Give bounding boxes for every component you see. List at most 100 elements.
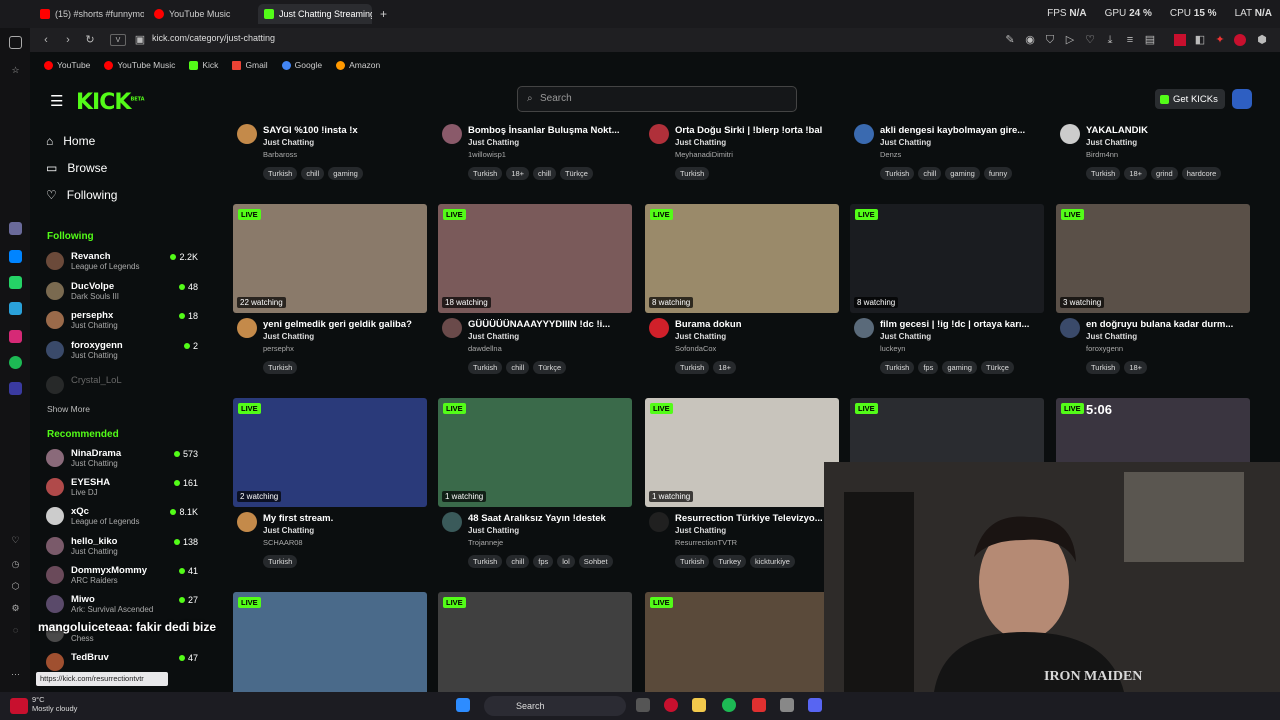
- tag-chip[interactable]: Turkish: [880, 167, 915, 180]
- stream-category[interactable]: Just Chatting: [880, 138, 931, 147]
- stream-category[interactable]: Just Chatting: [1086, 332, 1137, 341]
- new-tab-button[interactable]: +: [374, 4, 392, 24]
- stream-thumbnail[interactable]: LIVE 22 watching: [233, 204, 427, 313]
- streamer-name[interactable]: Trojanneje: [468, 538, 503, 547]
- stream-info[interactable]: akli dengesi kaybolmayan gire... Just Ch…: [850, 124, 1050, 184]
- sidebar-channel[interactable]: xQc League of Legends 8.1K: [44, 504, 198, 530]
- streamer-name[interactable]: SofondaCox: [675, 344, 716, 353]
- sidebar-channel[interactable]: Revanch League of Legends 2.2K: [44, 249, 198, 275]
- stream-category[interactable]: Just Chatting: [675, 332, 726, 341]
- tips-icon[interactable]: ◌: [9, 624, 22, 637]
- hamburger-menu-icon[interactable]: ☰: [50, 92, 63, 110]
- reload-icon[interactable]: ↻: [84, 34, 96, 46]
- kick-logo[interactable]: KICKBETA: [76, 90, 145, 115]
- stream-info[interactable]: Resurrection Türkiye Televizyo... Just C…: [645, 512, 845, 572]
- streamer-avatar[interactable]: [1060, 124, 1080, 144]
- sidebar-channel-offline[interactable]: Crystal_LoL: [44, 373, 198, 399]
- stream-title[interactable]: akli dengesi kaybolmayan gire...: [880, 125, 1048, 136]
- stream-info[interactable]: film gecesi | !ig !dc | ortaya karı... J…: [850, 318, 1050, 378]
- windows-start-icon[interactable]: [456, 698, 470, 712]
- whatsapp-icon[interactable]: [9, 276, 22, 289]
- tag-chip[interactable]: Türkçe: [533, 361, 567, 374]
- sidebar-channel[interactable]: Miwo Ark: Survival Ascended 27: [44, 592, 198, 618]
- stream-thumbnail[interactable]: LIVE 8 watching: [850, 204, 1044, 313]
- tag-chip[interactable]: fps: [918, 361, 939, 374]
- sidebar-channel[interactable]: DommyxMommy ARC Raiders 41: [44, 563, 198, 589]
- sidebar-channel[interactable]: persephx Just Chatting 18: [44, 308, 198, 334]
- stream-title[interactable]: GÜÜÜÜÜNAAAYYYDIIIN !dc !i...: [468, 319, 636, 330]
- opera-icon[interactable]: [664, 698, 678, 712]
- stream-thumbnail[interactable]: LIVE: [645, 592, 839, 701]
- stream-title[interactable]: Resurrection Türkiye Televizyo...: [675, 513, 843, 524]
- vpn-badge[interactable]: V: [110, 34, 126, 46]
- camera-icon[interactable]: ◉: [1024, 34, 1036, 46]
- tag-chip[interactable]: Turkish: [263, 361, 298, 374]
- tag-chip[interactable]: Turkish: [880, 361, 915, 374]
- streamer-avatar[interactable]: [442, 512, 462, 532]
- stream-title[interactable]: Orta Doğu Sirki | !blerp !orta !bal: [675, 125, 843, 136]
- heart-icon[interactable]: ♡: [9, 534, 22, 547]
- tag-chip[interactable]: 18+: [1124, 167, 1148, 180]
- streamer-avatar[interactable]: [237, 124, 257, 144]
- file-explorer-icon[interactable]: [692, 698, 706, 712]
- weather-widget[interactable]: 9°C Mostly cloudy: [32, 695, 77, 713]
- player-icon[interactable]: [9, 382, 22, 395]
- tag-chip[interactable]: Türkçe: [980, 361, 1014, 374]
- tag-chip[interactable]: Türkçe: [559, 167, 593, 180]
- nav-browse[interactable]: ▭ Browse: [46, 161, 107, 175]
- instagram-icon[interactable]: [9, 330, 22, 343]
- show-more-link[interactable]: Show More: [47, 404, 90, 414]
- sidebar-channel[interactable]: EYESHA Live DJ 161: [44, 475, 198, 501]
- streamer-name[interactable]: foroxygenn: [1086, 344, 1123, 353]
- site-info-icon[interactable]: ▣: [134, 34, 146, 46]
- streamer-avatar[interactable]: [1060, 318, 1080, 338]
- streamer-name[interactable]: Barbaross: [263, 150, 297, 159]
- stream-thumbnail[interactable]: LIVE 1 watching: [438, 398, 632, 507]
- tag-chip[interactable]: chill: [301, 167, 325, 180]
- stream-info[interactable]: Bomboş İnsanlar Buluşma Nokt... Just Cha…: [438, 124, 638, 184]
- sidebar-channel[interactable]: foroxygenn Just Chatting 2: [44, 338, 198, 364]
- stream-category[interactable]: Just Chatting: [468, 138, 519, 147]
- tag-chip[interactable]: Turkish: [263, 167, 298, 180]
- sidebar-channel[interactable]: DucVolpe Dark Souls III 48: [44, 279, 198, 305]
- streamer-name[interactable]: MeyhanadiDimitri: [675, 150, 733, 159]
- stream-info[interactable]: en doğruyu bulana kadar durm... Just Cha…: [1056, 318, 1256, 378]
- streamer-name[interactable]: dawdellna: [468, 344, 502, 353]
- tag-chip[interactable]: 18+: [1124, 361, 1148, 374]
- edit-icon[interactable]: ✎: [1004, 34, 1016, 46]
- tag-chip[interactable]: Turkish: [1086, 361, 1121, 374]
- tag-chip[interactable]: chill: [533, 167, 556, 180]
- stream-info[interactable]: Orta Doğu Sirki | !blerp !orta !bal Just…: [645, 124, 845, 184]
- extension-icon[interactable]: ✦: [1214, 34, 1226, 46]
- extension-icon[interactable]: [1174, 34, 1186, 46]
- bookmark-icon[interactable]: ☆: [9, 64, 22, 77]
- nav-home[interactable]: ⌂ Home: [46, 134, 95, 148]
- download-icon[interactable]: ⤓: [1104, 34, 1116, 46]
- play-icon[interactable]: ▷: [1064, 34, 1076, 46]
- stream-title[interactable]: My first stream.: [263, 513, 431, 524]
- stream-thumbnail[interactable]: LIVE 18 watching: [438, 204, 632, 313]
- stream-title[interactable]: 48 Saat Aralıksız Yayın !destek: [468, 513, 636, 524]
- stream-category[interactable]: Just Chatting: [468, 526, 519, 535]
- stream-info[interactable]: SAYGI %100 !insta !x Just Chatting Barba…: [233, 124, 433, 184]
- streamer-avatar[interactable]: [649, 512, 669, 532]
- back-icon[interactable]: ‹: [40, 34, 52, 46]
- streamer-avatar[interactable]: [649, 318, 669, 338]
- streamer-avatar[interactable]: [649, 124, 669, 144]
- stream-info[interactable]: GÜÜÜÜÜNAAAYYYDIIIN !dc !i... Just Chatti…: [438, 318, 638, 378]
- wallet-icon[interactable]: ▤: [1144, 34, 1156, 46]
- menu-icon[interactable]: ≡: [1124, 34, 1136, 46]
- tag-chip[interactable]: Turkey: [713, 555, 746, 568]
- streamer-avatar[interactable]: [854, 124, 874, 144]
- tag-chip[interactable]: gaming: [328, 167, 363, 180]
- stream-title[interactable]: YAKALANDIK: [1086, 125, 1254, 136]
- home-icon[interactable]: [9, 36, 22, 49]
- history-icon[interactable]: ◷: [9, 558, 22, 571]
- profile-icon[interactable]: [1234, 34, 1246, 46]
- settings-icon[interactable]: [780, 698, 794, 712]
- streamer-name[interactable]: persephx: [263, 344, 294, 353]
- tag-chip[interactable]: Turkish: [675, 361, 710, 374]
- stream-category[interactable]: Just Chatting: [880, 332, 931, 341]
- streamer-name[interactable]: Denzs: [880, 150, 901, 159]
- tag-chip[interactable]: chill: [506, 555, 530, 568]
